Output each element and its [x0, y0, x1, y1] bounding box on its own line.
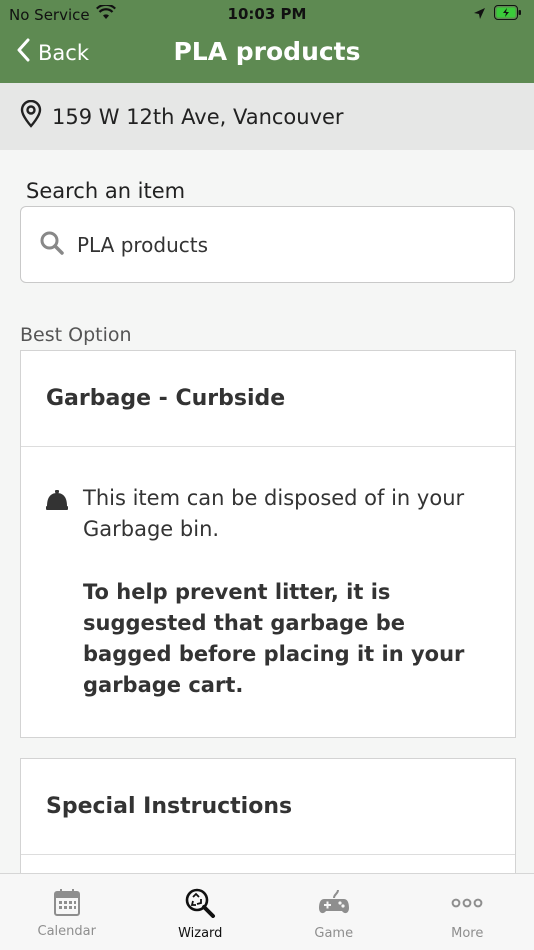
calendar-icon	[53, 888, 80, 920]
location-arrow-icon	[473, 6, 486, 24]
location-pin-icon	[20, 99, 42, 133]
gamepad-icon	[318, 888, 350, 922]
tab-more[interactable]: More	[401, 874, 534, 950]
disposal-note: To help prevent litter, it is suggested …	[83, 580, 465, 697]
top-bar: No Service 10:03 PM Back PLA products	[0, 0, 534, 83]
address-bar[interactable]: 159 W 12th Ave, Vancouver	[0, 83, 534, 150]
best-option-label: Best Option	[20, 324, 132, 346]
battery-icon	[494, 5, 522, 24]
status-time: 10:03 PM	[227, 5, 307, 23]
tab-game[interactable]: Game	[267, 874, 401, 950]
wizard-icon	[184, 888, 216, 922]
tab-calendar[interactable]: Calendar	[0, 874, 134, 950]
special-instructions-card: Special Instructions	[20, 758, 516, 888]
search-input[interactable]	[77, 232, 457, 257]
garbage-bin-icon	[45, 483, 69, 701]
best-option-card: Garbage - Curbside This item can be disp…	[20, 350, 516, 738]
special-instructions-heading: Special Instructions	[21, 759, 515, 855]
search-label: Search an item	[26, 179, 186, 203]
search-icon	[39, 230, 65, 260]
status-bar: No Service 10:03 PM	[0, 0, 534, 28]
address-text: 159 W 12th Ave, Vancouver	[52, 104, 344, 129]
page-title: PLA products	[173, 37, 361, 66]
best-option-heading: Garbage - Curbside	[21, 351, 515, 447]
tab-wizard[interactable]: Wizard	[134, 874, 268, 950]
disposal-description: This item can be disposed of in your Gar…	[83, 486, 465, 541]
more-icon	[451, 888, 483, 922]
tab-bar: Calendar Wizard Game More	[0, 873, 534, 950]
search-box[interactable]	[20, 206, 515, 283]
nav-bar: Back PLA products	[0, 28, 534, 83]
